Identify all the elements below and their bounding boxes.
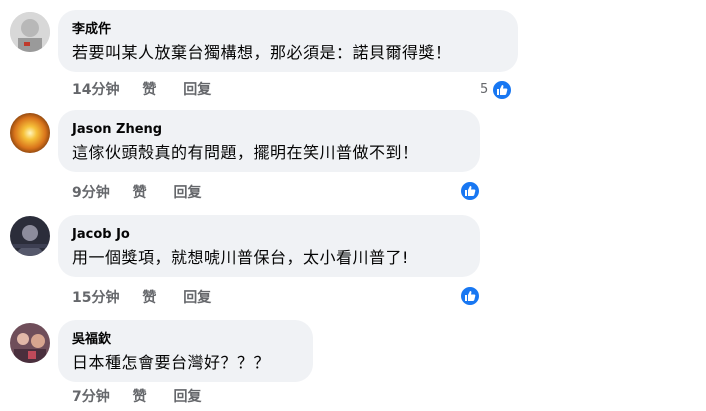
like-button[interactable]: 赞 <box>133 389 147 405</box>
comment-text: 若要叫某人放棄台獨構想，那必須是：諾貝爾得獎！ <box>72 43 452 62</box>
comment-timestamp[interactable]: 14分钟 <box>72 82 119 98</box>
reply-button[interactable]: 回复 <box>183 82 211 98</box>
comment-actions: 7分钟 赞 回复 <box>72 388 224 406</box>
comment-timestamp[interactable]: 9分钟 <box>72 185 110 201</box>
reaction-count[interactable] <box>456 180 481 202</box>
comment-timestamp[interactable]: 15分钟 <box>72 290 119 306</box>
thumbs-up-icon <box>491 79 514 101</box>
comment-text: 這傢伙頭殼真的有問題，擺明在笑川普做不到！ <box>72 143 419 162</box>
like-button[interactable]: 赞 <box>133 185 147 201</box>
reaction-count[interactable] <box>456 285 481 307</box>
comment-bubble: 吳福欽 日本種怎會要台灣好？？？ <box>58 320 313 382</box>
comment: 吳福欽 日本種怎會要台灣好？？？ 7分钟 赞 回复 <box>0 315 706 411</box>
comment-bubble: Jason Zheng 這傢伙頭殼真的有問題，擺明在笑川普做不到！ <box>58 110 480 172</box>
reply-button[interactable]: 回复 <box>183 290 211 306</box>
avatar[interactable] <box>10 216 50 256</box>
comment-text: 用一個獎項，就想唬川普保台，太小看川普了! <box>72 248 409 267</box>
like-count: 5 <box>480 82 489 97</box>
reply-button[interactable]: 回复 <box>174 389 202 405</box>
comment-bubble: 李成仵 若要叫某人放棄台獨構想，那必須是：諾貝爾得獎！ <box>58 10 518 72</box>
comment: 李成仵 若要叫某人放棄台獨構想，那必須是：諾貝爾得獎！ 5 14分钟 赞 回复 <box>0 0 706 105</box>
comment-actions: 9分钟 赞 回复 <box>72 184 224 202</box>
avatar[interactable] <box>10 323 50 363</box>
like-button[interactable]: 赞 <box>142 290 156 306</box>
thumbs-up-icon <box>459 285 481 307</box>
comment-bubble: Jacob Jo 用一個獎項，就想唬川普保台，太小看川普了! <box>58 215 480 277</box>
comment-author[interactable]: Jacob Jo <box>72 227 466 243</box>
comment-text: 日本種怎會要台灣好？？？ <box>72 353 271 372</box>
comment-actions: 15分钟 赞 回复 <box>72 289 233 307</box>
comment-author[interactable]: 李成仵 <box>72 22 504 38</box>
comment-author[interactable]: Jason Zheng <box>72 122 466 138</box>
comment: Jacob Jo 用一個獎項，就想唬川普保台，太小看川普了! 15分钟 赞 回复 <box>0 210 706 315</box>
avatar[interactable] <box>10 113 50 153</box>
like-button[interactable]: 赞 <box>142 82 156 98</box>
reply-button[interactable]: 回复 <box>174 185 202 201</box>
reaction-count[interactable]: 5 <box>480 79 514 101</box>
avatar[interactable] <box>10 12 50 52</box>
comment-actions: 14分钟 赞 回复 <box>72 81 233 99</box>
comment: Jason Zheng 這傢伙頭殼真的有問題，擺明在笑川普做不到！ 9分钟 赞 … <box>0 105 706 210</box>
thumbs-up-icon <box>459 180 481 202</box>
comment-author[interactable]: 吳福欽 <box>72 332 299 348</box>
comment-timestamp[interactable]: 7分钟 <box>72 389 110 405</box>
